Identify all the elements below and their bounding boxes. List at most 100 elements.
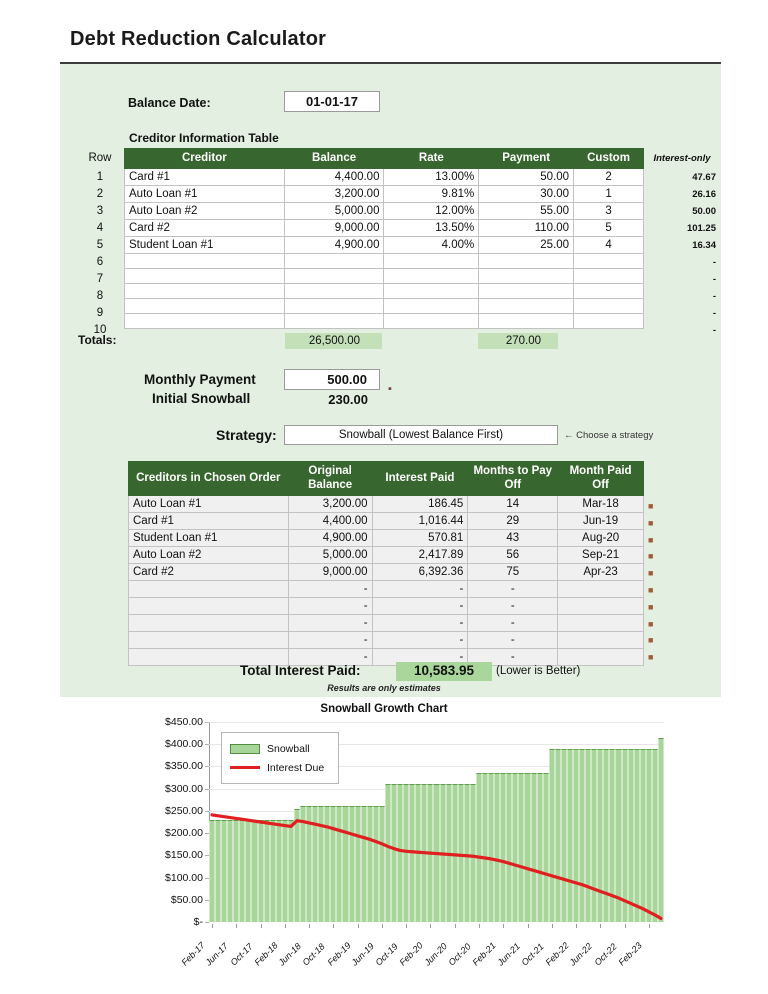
balance-cell[interactable]: [283, 253, 385, 270]
creditor-cell[interactable]: [124, 313, 285, 330]
result-creditor-cell: Auto Loan #1: [128, 495, 289, 513]
x-tick-mark: [236, 924, 238, 928]
rate-cell[interactable]: 13.50%: [383, 219, 480, 238]
custom-cell[interactable]: [573, 268, 644, 285]
creditor-cell[interactable]: Auto Loan #1: [124, 185, 285, 204]
table-row[interactable]: Student Loan #1 4,900.00 4.00% 25.00 4: [124, 236, 644, 255]
x-tick-mark: [478, 924, 480, 928]
custom-cell[interactable]: [573, 298, 644, 315]
result-months-cell: 56: [467, 546, 559, 564]
payment-cell[interactable]: [478, 298, 575, 315]
x-tick-mark: [454, 924, 456, 928]
table-row[interactable]: [124, 283, 644, 300]
y-tick-label: $-: [193, 916, 203, 928]
balance-cell[interactable]: 4,400.00: [283, 168, 385, 187]
comment-marker-icon: ■: [648, 568, 654, 579]
x-tick-mark: [527, 924, 529, 928]
payment-cell[interactable]: [478, 283, 575, 300]
custom-cell[interactable]: 2: [573, 168, 644, 187]
rate-cell[interactable]: [383, 268, 480, 285]
x-tick-label: Jun-18: [276, 941, 304, 968]
payment-cell[interactable]: [478, 313, 575, 330]
x-tick-mark: [503, 924, 505, 928]
table-row: Card #1 4,400.00 1,016.44 29 Jun-19: [128, 512, 644, 530]
y-tick-mark: [205, 922, 209, 923]
custom-cell[interactable]: 5: [573, 219, 644, 238]
table-row[interactable]: Auto Loan #1 3,200.00 9.81% 30.00 1: [124, 185, 644, 204]
custom-cell[interactable]: [573, 313, 644, 330]
payment-cell[interactable]: 55.00: [478, 202, 575, 221]
table-row: Card #2 9,000.00 6,392.36 75 Apr-23: [128, 563, 644, 581]
x-tick-mark: [357, 924, 359, 928]
balance-cell[interactable]: 4,900.00: [283, 236, 385, 255]
x-tick-label: Oct-19: [373, 941, 400, 968]
custom-cell[interactable]: 1: [573, 185, 644, 204]
balance-date-label: Balance Date:: [128, 96, 211, 110]
balance-cell[interactable]: [283, 283, 385, 300]
creditor-cell[interactable]: Auto Loan #2: [124, 202, 285, 221]
row-number: 7: [96, 273, 104, 285]
balance-cell[interactable]: [283, 268, 385, 285]
custom-cell[interactable]: 4: [573, 236, 644, 255]
result-interest-cell: 570.81: [371, 529, 469, 547]
balance-cell[interactable]: [283, 313, 385, 330]
x-tick-mark: [309, 924, 311, 928]
result-paid-off-cell: [557, 648, 644, 666]
balance-cell[interactable]: 9,000.00: [283, 219, 385, 238]
rate-cell[interactable]: 12.00%: [383, 202, 480, 221]
monthly-payment-input[interactable]: 500.00: [284, 369, 380, 390]
payment-cell[interactable]: 25.00: [478, 236, 575, 255]
x-tick-mark: [624, 924, 626, 928]
creditor-information-table[interactable]: Creditor Balance Rate Payment Custom Car…: [124, 147, 644, 330]
creditor-cell[interactable]: Card #1: [124, 168, 285, 187]
balance-cell[interactable]: 5,000.00: [283, 202, 385, 221]
payment-cell[interactable]: [478, 268, 575, 285]
creditor-cell[interactable]: [124, 253, 285, 270]
table-row[interactable]: Card #1 4,400.00 13.00% 50.00 2: [124, 168, 644, 187]
creditor-cell[interactable]: Student Loan #1: [124, 236, 285, 255]
creditor-table-header-row: Creditor Balance Rate Payment Custom: [124, 147, 644, 170]
column-header-rate: Rate: [383, 147, 480, 170]
creditor-cell[interactable]: [124, 298, 285, 315]
result-balance-cell: 4,400.00: [287, 512, 373, 530]
x-tick-label: Feb-22: [543, 940, 571, 968]
table-row[interactable]: [124, 253, 644, 270]
rate-cell[interactable]: [383, 298, 480, 315]
creditor-cell[interactable]: [124, 268, 285, 285]
column-header-creditors-in-chosen-order: Creditors in Chosen Order: [128, 461, 289, 496]
total-interest-paid-value: 10,583.95: [396, 662, 492, 681]
custom-cell[interactable]: [573, 253, 644, 270]
rate-cell[interactable]: 4.00%: [383, 236, 480, 255]
rate-cell[interactable]: 13.00%: [383, 168, 480, 187]
interest-only-value: -: [712, 325, 716, 336]
rate-cell[interactable]: [383, 253, 480, 270]
custom-cell[interactable]: 3: [573, 202, 644, 221]
table-row[interactable]: Auto Loan #2 5,000.00 12.00% 55.00 3: [124, 202, 644, 221]
payment-cell[interactable]: 30.00: [478, 185, 575, 204]
balance-cell[interactable]: 3,200.00: [283, 185, 385, 204]
rate-cell[interactable]: 9.81%: [383, 185, 480, 204]
table-row[interactable]: [124, 313, 644, 330]
comment-marker-icon: ■: [648, 652, 654, 663]
table-row[interactable]: Card #2 9,000.00 13.50% 110.00 5: [124, 219, 644, 238]
result-interest-cell: 6,392.36: [371, 563, 469, 581]
payment-cell[interactable]: 110.00: [478, 219, 575, 238]
custom-cell[interactable]: [573, 283, 644, 300]
table-row[interactable]: [124, 268, 644, 285]
rate-cell[interactable]: [383, 283, 480, 300]
creditor-cell[interactable]: [124, 283, 285, 300]
rate-cell[interactable]: [383, 313, 480, 330]
strategy-select[interactable]: Snowball (Lowest Balance First): [284, 425, 558, 445]
balance-date-input[interactable]: 01-01-17: [284, 91, 380, 112]
initial-snowball-value: 230.00: [328, 392, 368, 407]
table-row: ---: [128, 614, 644, 632]
balance-cell[interactable]: [283, 298, 385, 315]
table-row[interactable]: [124, 298, 644, 315]
result-creditor-cell: Student Loan #1: [128, 529, 289, 547]
row-number: 2: [96, 188, 104, 200]
payment-cell[interactable]: [478, 253, 575, 270]
table-row: Student Loan #1 4,900.00 570.81 43 Aug-20: [128, 529, 644, 547]
payment-cell[interactable]: 50.00: [478, 168, 575, 187]
creditor-cell[interactable]: Card #2: [124, 219, 285, 238]
result-creditor-cell: Card #2: [128, 563, 289, 581]
